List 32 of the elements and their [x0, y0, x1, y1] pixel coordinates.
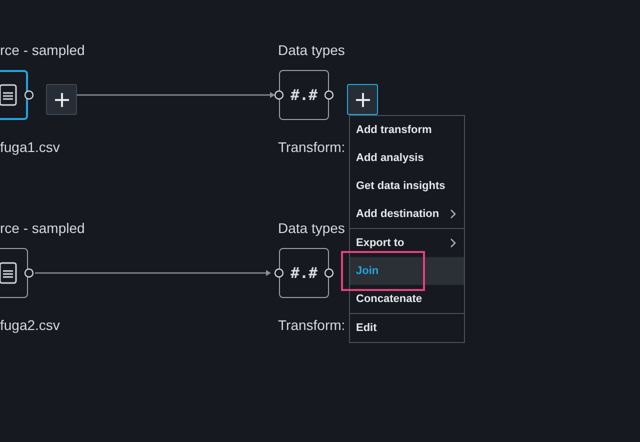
port-icon[interactable]	[324, 90, 334, 100]
menu-item[interactable]: Join	[350, 257, 464, 285]
port-icon[interactable]	[24, 268, 34, 278]
menu-item[interactable]: Export to	[350, 229, 464, 257]
node-title: Data types	[278, 220, 345, 236]
menu-item[interactable]: Concatenate	[350, 285, 464, 313]
menu-item[interactable]: Add transform	[350, 116, 464, 144]
port-icon[interactable]	[274, 90, 284, 100]
node-caption: Transform:	[278, 317, 346, 333]
port-icon[interactable]	[274, 268, 284, 278]
port-icon[interactable]	[24, 90, 34, 100]
menu-item[interactable]: Add analysis	[350, 144, 464, 172]
menu-item[interactable]: Add destination	[350, 200, 464, 228]
file-name: fuga1.csv	[0, 139, 60, 155]
document-icon	[0, 84, 17, 106]
plus-icon	[54, 92, 70, 108]
menu-item[interactable]: Get data insights	[350, 172, 464, 200]
node-label: #.#	[290, 86, 318, 104]
add-button[interactable]	[347, 84, 378, 115]
node-title: rce - sampled	[0, 42, 85, 58]
node-label: #.#	[290, 264, 318, 282]
node-caption: Transform:	[278, 139, 346, 155]
chevron-icon	[450, 238, 456, 248]
document-icon	[0, 262, 17, 284]
file-name: fuga2.csv	[0, 317, 60, 333]
add-button[interactable]	[46, 84, 77, 115]
plus-icon	[354, 92, 370, 108]
node-title: Data types	[278, 42, 345, 58]
node-title: rce - sampled	[0, 220, 85, 236]
chevron-icon	[450, 209, 456, 219]
menu-item[interactable]: Edit	[350, 314, 464, 342]
port-icon[interactable]	[324, 268, 334, 278]
